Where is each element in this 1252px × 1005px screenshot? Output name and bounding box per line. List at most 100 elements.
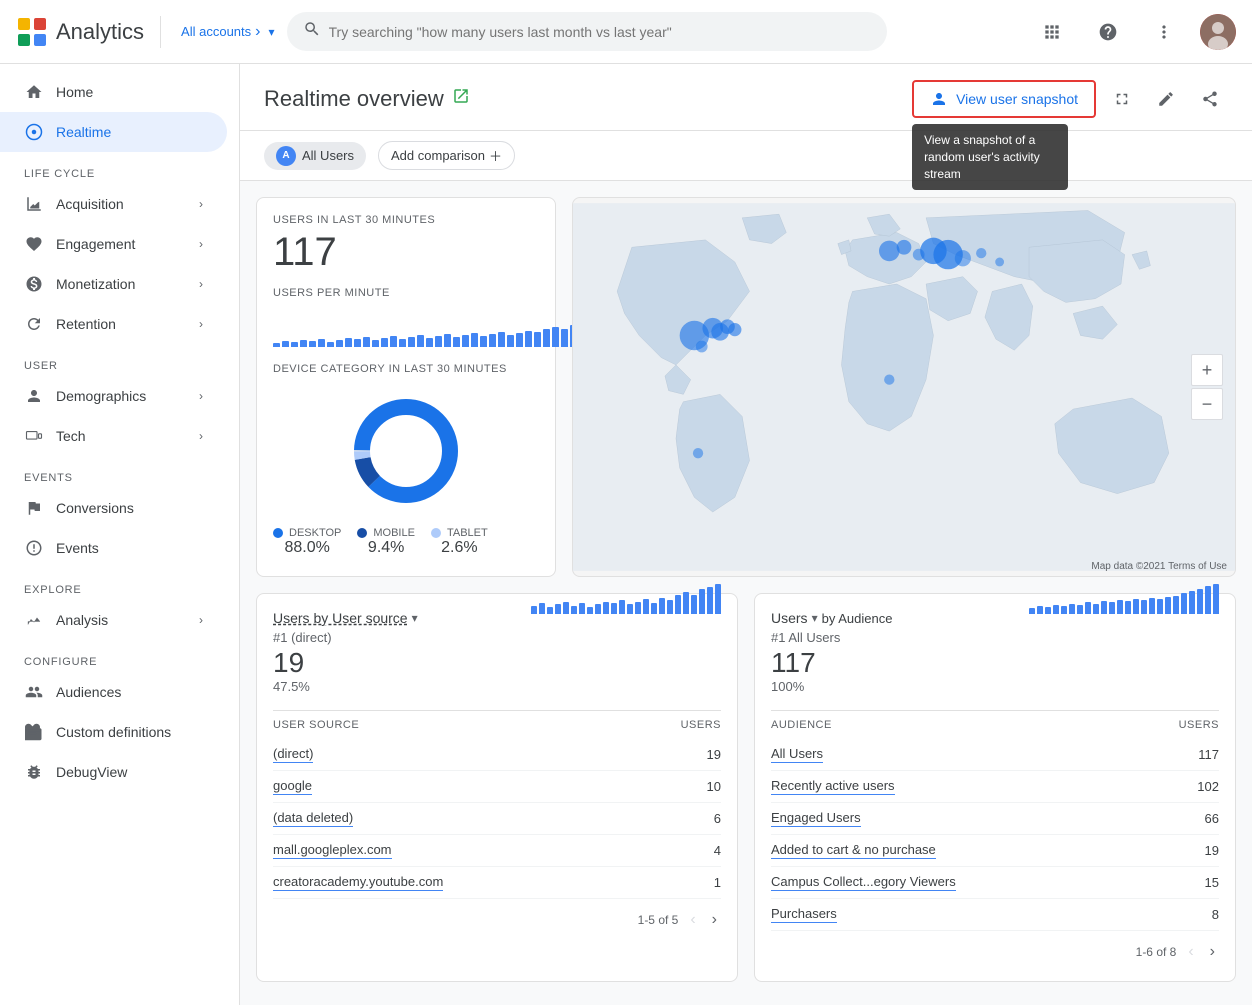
source-next-button[interactable]: › [708,907,721,933]
comparison-bar: A All Users Add comparison ＋ [240,131,1252,181]
tablet-legend: TABLET 2.6% [431,527,488,557]
bar [516,333,523,347]
sidebar-item-debugview[interactable]: DebugView [0,752,227,792]
all-users-chip[interactable]: A All Users [264,142,366,170]
avatar[interactable] [1200,14,1236,50]
sidebar-item-tech[interactable]: Tech › [0,416,227,456]
sidebar-item-audiences[interactable]: Audiences [0,672,227,712]
mobile-dot [357,528,367,538]
bar [345,338,352,347]
audience-rank: #1 All Users [771,630,840,645]
conversions-icon [24,498,44,518]
source-row-label[interactable]: (data deleted) [273,810,353,827]
users-by-source-card: Users by User source ▾ #1 (direct) 19 47… [256,593,738,982]
source-row-label[interactable]: google [273,778,312,795]
audience-dropdown-icon[interactable]: ▾ [812,611,818,625]
all-accounts-link[interactable]: All accounts [181,24,251,39]
sidebar-item-custom-definitions[interactable]: Custom definitions [0,712,227,752]
source-row-label[interactable]: (direct) [273,746,313,763]
bar [336,340,343,347]
audience-row-value: 15 [1205,875,1219,890]
source-prev-button[interactable]: ‹ [686,907,699,933]
sidebar-item-conversions[interactable]: Conversions [0,488,227,528]
main-header: Realtime overview View user snapshot Vie… [240,64,1252,131]
audience-table-header: AUDIENCE USERS [771,710,1219,739]
table-row: Purchasers8 [771,899,1219,931]
mobile-legend: MOBILE 9.4% [357,527,415,557]
sidebar-item-events[interactable]: Events [0,528,227,568]
more-vert-icon[interactable] [1144,12,1184,52]
share-icon[interactable] [1192,81,1228,117]
source-row-label[interactable]: creatoracademy.youtube.com [273,874,443,891]
grid-icon[interactable] [1032,12,1072,52]
audience-row-value: 19 [1205,843,1219,858]
audience-prev-button[interactable]: ‹ [1184,939,1197,965]
realtime-link-icon[interactable] [452,87,470,111]
spark-bar [619,600,625,614]
view-snapshot-button[interactable]: View user snapshot [912,80,1096,118]
spark-bar [1205,586,1211,614]
sidebar-item-realtime[interactable]: Realtime [0,112,227,152]
sidebar-item-analysis[interactable]: Analysis › [0,600,227,640]
spark-bar [627,604,633,614]
chip-avatar: A [276,146,296,166]
sidebar-item-demographics[interactable]: Demographics › [0,376,227,416]
spark-bar [603,602,609,614]
audience-next-button[interactable]: › [1206,939,1219,965]
tablet-dot [431,528,441,538]
configure-section-label: CONFIGURE [0,640,239,672]
source-row-value: 10 [707,779,721,794]
audience-row-label[interactable]: Engaged Users [771,810,861,827]
zoom-in-button[interactable]: + [1191,354,1223,386]
source-dropdown-icon[interactable]: ▾ [412,611,418,625]
spark-bar [1157,599,1163,614]
search-input[interactable] [329,24,871,40]
users-by-audience-card: Users ▾ by Audience #1 All Users 117 100… [754,593,1236,982]
audience-row-value: 102 [1197,779,1219,794]
edit-dashboard-icon[interactable] [1148,81,1184,117]
table-row: (direct)19 [273,739,721,771]
audience-row-label[interactable]: Campus Collect...egory Viewers [771,874,956,891]
audience-row-label[interactable]: All Users [771,746,823,763]
search-bar[interactable] [287,12,887,51]
explore-section-label: EXPLORE [0,568,239,600]
bar [552,327,559,347]
map-card: + − Map data ©2021 Terms of Use [572,197,1236,577]
bar [426,338,433,347]
audience-row-label[interactable]: Recently active users [771,778,895,795]
sidebar-item-home[interactable]: Home [0,72,227,112]
spark-bar [1069,604,1075,614]
spark-bar [667,600,673,614]
bar [534,332,541,347]
bar [282,341,289,347]
help-icon[interactable] [1088,12,1128,52]
expand-arrow-retention-icon: › [199,317,203,331]
demographics-icon [24,386,44,406]
bar [327,342,334,347]
sidebar-item-engagement[interactable]: Engagement › [0,224,227,264]
spark-bar [1165,597,1171,614]
source-row-label[interactable]: mall.googleplex.com [273,842,392,859]
debugview-icon [24,762,44,782]
snapshot-tooltip: View a snapshot of a random user's activ… [912,124,1068,190]
desktop-dot [273,528,283,538]
source-row-value: 1 [714,875,721,890]
fullscreen-icon[interactable] [1104,81,1140,117]
bar [444,334,451,347]
zoom-out-button[interactable]: − [1191,388,1223,420]
bar [300,340,307,347]
add-comparison-button[interactable]: Add comparison ＋ [378,141,515,170]
sidebar-item-acquisition[interactable]: Acquisition › [0,184,227,224]
engagement-icon [24,234,44,254]
acquisition-icon [24,194,44,214]
audience-row-label[interactable]: Purchasers [771,906,837,923]
bar [318,339,325,347]
bar [309,341,316,347]
sidebar-item-monetization[interactable]: Monetization › [0,264,227,304]
events-section-label: EVENTS [0,456,239,488]
sidebar-item-retention[interactable]: Retention › [0,304,227,344]
audience-row-label[interactable]: Added to cart & no purchase [771,842,936,859]
spark-bar [1133,599,1139,614]
breadcrumb[interactable]: All accounts › ▾ [181,23,274,41]
dropdown-arrow-icon[interactable]: ▾ [268,25,274,39]
